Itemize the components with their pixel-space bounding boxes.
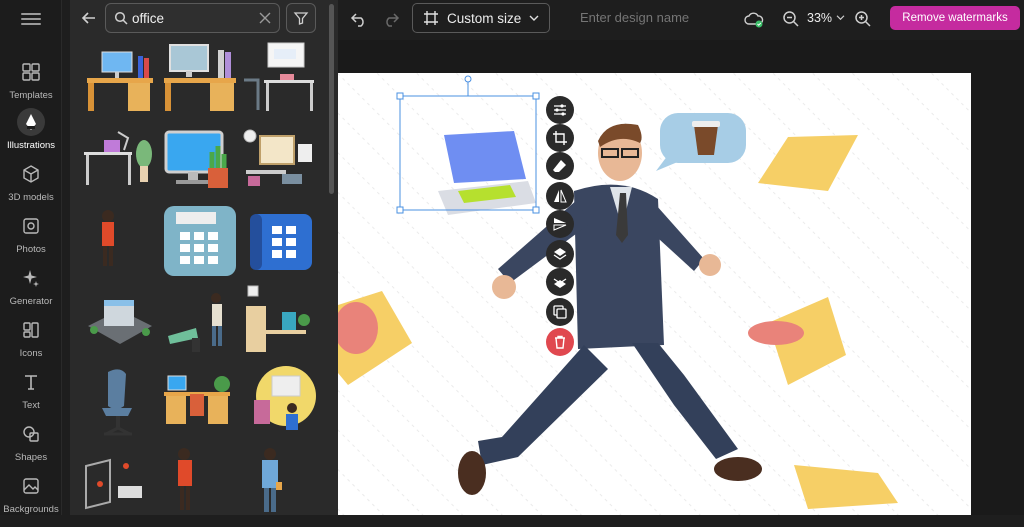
illustration-thumbnail[interactable] xyxy=(82,204,158,280)
send-backward-button[interactable] xyxy=(546,268,574,296)
zoom-level[interactable]: 33% xyxy=(807,11,832,25)
illustration-thumbnail[interactable] xyxy=(82,290,158,366)
clear-search-icon[interactable] xyxy=(259,12,271,24)
illustration-thumbnail[interactable] xyxy=(162,126,238,202)
chevron-down-icon xyxy=(529,15,539,21)
filter-button[interactable] xyxy=(286,3,316,33)
rail-label: Text xyxy=(22,400,40,411)
layer-up-icon xyxy=(553,248,567,260)
rail-label: Templates xyxy=(9,90,53,101)
canvas-size-label: Custom size xyxy=(447,11,522,26)
icons-icon xyxy=(23,322,39,338)
flip-horizontal-icon xyxy=(554,189,567,203)
shapes-icon xyxy=(23,426,39,442)
rail-item-shapes[interactable]: Shapes xyxy=(0,420,62,470)
top-bar: Custom size 33% Remove watermarks xyxy=(338,0,1024,40)
panel-scrollbar[interactable] xyxy=(329,4,334,194)
illustrations-panel xyxy=(70,0,338,515)
search-box xyxy=(105,3,280,33)
design-canvas[interactable] xyxy=(338,73,971,515)
zoom-chevron-down-icon[interactable] xyxy=(836,14,845,21)
flip-vertical-button[interactable] xyxy=(546,210,574,238)
zoom-out-icon[interactable] xyxy=(782,10,800,28)
delete-button[interactable] xyxy=(546,328,574,356)
coffee-bubble-illustration[interactable] xyxy=(656,113,746,171)
eraser-icon xyxy=(553,160,566,172)
rail-label: Photos xyxy=(16,244,46,255)
illustration-thumbnail[interactable] xyxy=(242,446,318,522)
illustration-thumbnail[interactable] xyxy=(82,446,158,522)
rail-label: Icons xyxy=(19,348,43,359)
flip-vertical-icon xyxy=(553,218,567,231)
rail-item-icons[interactable]: Icons xyxy=(0,316,62,366)
cloud-saved-icon[interactable] xyxy=(744,10,764,28)
rail-label: Generator xyxy=(9,296,53,307)
redo-icon[interactable] xyxy=(382,10,400,28)
sparkle-icon xyxy=(23,270,39,287)
illustration-thumbnail[interactable] xyxy=(242,40,318,116)
illustration-thumbnail[interactable] xyxy=(82,126,158,202)
illustration-thumbnail[interactable] xyxy=(82,364,158,440)
illustration-thumbnail[interactable] xyxy=(162,446,238,522)
rail-label: Backgrounds xyxy=(3,504,59,515)
illustration-thumbnail[interactable] xyxy=(242,364,318,440)
back-arrow-icon[interactable] xyxy=(80,9,98,27)
photo-icon xyxy=(23,218,39,234)
menu-icon[interactable] xyxy=(21,10,41,26)
rail-item-text[interactable]: Text xyxy=(0,368,62,418)
filter-icon xyxy=(293,12,309,25)
duplicate-button[interactable] xyxy=(546,298,574,326)
left-rail: Templates Illustrations 3D models Photos… xyxy=(0,0,62,515)
illustration-thumbnail[interactable] xyxy=(162,204,238,280)
canvas-size-dropdown[interactable]: Custom size xyxy=(412,3,550,33)
search-input[interactable] xyxy=(132,8,252,28)
crop-frame-icon xyxy=(424,11,438,25)
bring-forward-button[interactable] xyxy=(546,240,574,268)
undo-icon[interactable] xyxy=(350,10,368,28)
rail-item-illustrations[interactable]: Illustrations xyxy=(0,108,62,158)
trash-icon xyxy=(555,335,565,349)
rail-item-photos[interactable]: Photos xyxy=(0,212,62,262)
design-name-input[interactable] xyxy=(580,10,720,25)
duplicate-icon xyxy=(553,305,567,319)
rail-item-templates[interactable]: Templates xyxy=(0,58,62,108)
backgrounds-icon xyxy=(23,478,39,494)
illustration-thumbnail[interactable] xyxy=(162,40,238,116)
rail-label: 3D models xyxy=(8,192,54,203)
zoom-in-icon[interactable] xyxy=(854,10,872,28)
crop-icon xyxy=(553,131,567,145)
layer-down-icon xyxy=(553,278,567,288)
erase-button[interactable] xyxy=(546,152,574,180)
rail-item-3d-models[interactable]: 3D models xyxy=(0,160,62,210)
illustration-thumbnail[interactable] xyxy=(162,290,238,366)
crop-button[interactable] xyxy=(546,124,574,152)
illustration-thumbnail[interactable] xyxy=(242,282,318,358)
rail-label: Illustrations xyxy=(6,140,56,151)
rail-item-generator[interactable]: Generator xyxy=(0,264,62,314)
search-icon xyxy=(114,11,128,25)
sliders-icon xyxy=(554,104,566,116)
templates-icon xyxy=(22,63,40,81)
illustration-thumbnail[interactable] xyxy=(242,204,318,280)
cube-icon xyxy=(23,165,39,183)
illustration-thumbnail[interactable] xyxy=(82,40,158,116)
remove-watermarks-button[interactable]: Remove watermarks xyxy=(890,6,1020,30)
illustration-thumbnail[interactable] xyxy=(242,126,318,202)
rail-label: Shapes xyxy=(14,452,48,463)
flip-horizontal-button[interactable] xyxy=(546,182,574,210)
workspace xyxy=(338,40,1024,515)
illustrations-icon xyxy=(26,114,36,130)
text-icon xyxy=(25,375,37,390)
illustration-thumbnail[interactable] xyxy=(162,364,238,440)
adjust-button[interactable] xyxy=(546,96,574,124)
